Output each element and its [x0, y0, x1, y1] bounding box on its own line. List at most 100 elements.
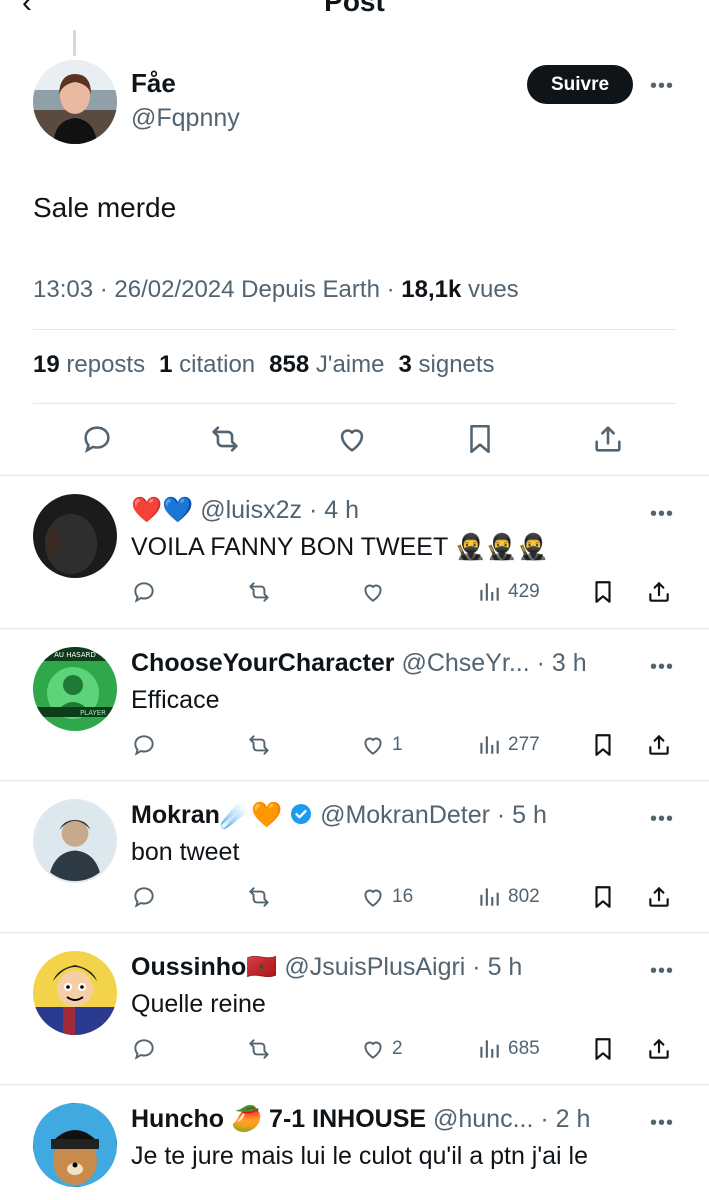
- post-meta: 13:03 · 26/02/2024 Depuis Earth · 18,1k …: [33, 276, 519, 304]
- reply-text: bon tweet: [131, 838, 240, 866]
- reposts-stat[interactable]: 19 reposts: [33, 351, 145, 379]
- more-icon[interactable]: •••: [650, 504, 674, 524]
- reply-item[interactable]: Mokran☄️🧡 @MokranDeter · 5 h ••• bon twe…: [0, 781, 709, 933]
- reply-item[interactable]: Huncho 🥭 7-1 INHOUSE @hunc... · 2 h ••• …: [0, 1085, 709, 1200]
- bookmark-icon[interactable]: [590, 1035, 616, 1063]
- reply-icon[interactable]: [131, 731, 157, 759]
- reply-header: ❤️💙 @luisx2z · 4 h: [131, 496, 359, 525]
- views-count: 685: [508, 1038, 540, 1059]
- reply-icon[interactable]: [131, 578, 157, 606]
- bookmark-icon[interactable]: [590, 731, 616, 759]
- post-text: Sale merde: [33, 192, 177, 223]
- views-icon: [480, 736, 499, 754]
- reply-text: Quelle reine: [131, 990, 266, 1018]
- reply-text: Je te jure mais lui le culot qu'il a ptn…: [131, 1142, 588, 1170]
- reply-icon[interactable]: [80, 422, 114, 456]
- like-button[interactable]: [360, 578, 392, 606]
- views-label: vues: [461, 276, 519, 303]
- like-icon: [364, 737, 382, 755]
- post-stats: 19 reposts 1 citation 858 J'aime 3 signe…: [33, 351, 495, 379]
- views-count: 277: [508, 734, 540, 755]
- views-icon: [480, 888, 499, 906]
- more-icon[interactable]: •••: [650, 1113, 674, 1133]
- repost-icon[interactable]: [208, 422, 242, 456]
- like-button[interactable]: 2: [360, 1035, 403, 1063]
- views-button[interactable]: 802: [476, 883, 540, 911]
- share-icon[interactable]: [646, 578, 672, 606]
- share-icon[interactable]: [646, 1035, 672, 1063]
- reply-author-name[interactable]: Oussinho🇲🇦: [131, 953, 277, 981]
- more-icon[interactable]: •••: [650, 809, 674, 829]
- views-button[interactable]: 685: [476, 1035, 540, 1063]
- author-name[interactable]: Fåe: [131, 68, 176, 99]
- repost-icon[interactable]: [246, 578, 272, 606]
- reply-item[interactable]: ❤️💙 @luisx2z · 4 h ••• VOILA FANNY BON T…: [0, 476, 709, 628]
- repost-icon[interactable]: [246, 1035, 272, 1063]
- reply-avatar[interactable]: [33, 799, 117, 883]
- reply-header: Oussinho🇲🇦 @JsuisPlusAigri · 5 h: [131, 953, 522, 982]
- reply-avatar[interactable]: [33, 951, 117, 1035]
- thread-line: [73, 30, 76, 56]
- reply-handle[interactable]: @MokranDeter · 5 h: [320, 801, 547, 829]
- views-button[interactable]: 277: [476, 731, 540, 759]
- reply-avatar[interactable]: AU HASARD PLAYER: [33, 647, 117, 731]
- like-count: 1: [392, 734, 403, 755]
- views-count: 802: [508, 886, 540, 907]
- reply-author-emoji[interactable]: ❤️💙: [131, 496, 193, 524]
- reply-handle[interactable]: @luisx2z · 4 h: [200, 496, 359, 524]
- reply-author-name[interactable]: ChooseYourCharacter: [131, 649, 395, 677]
- bookmark-icon[interactable]: [463, 422, 497, 456]
- more-icon[interactable]: •••: [650, 76, 674, 96]
- reply-header: Huncho 🥭 7-1 INHOUSE @hunc... · 2 h: [131, 1105, 590, 1134]
- likes-stat[interactable]: 858 J'aime: [269, 351, 384, 379]
- top-bar: ‹ Post: [0, 0, 709, 28]
- reply-text: VOILA FANNY BON TWEET 🥷🥷🥷: [131, 533, 549, 561]
- author-handle[interactable]: @Fqpnny: [131, 104, 240, 133]
- avatar-label: PLAYER: [80, 709, 106, 717]
- like-button[interactable]: 1: [360, 731, 403, 759]
- like-button[interactable]: 16: [360, 883, 413, 911]
- views-count: 18,1k: [401, 276, 462, 303]
- author-avatar[interactable]: [33, 60, 117, 144]
- views-count: 429: [508, 581, 540, 602]
- verified-badge-icon: [289, 802, 313, 833]
- share-icon[interactable]: [646, 883, 672, 911]
- divider: [33, 403, 676, 404]
- reply-item[interactable]: Oussinho🇲🇦 @JsuisPlusAigri · 5 h ••• Que…: [0, 933, 709, 1085]
- reply-handle[interactable]: @JsuisPlusAigri · 5 h: [284, 953, 522, 981]
- reply-icon[interactable]: [131, 883, 157, 911]
- reply-header: Mokran☄️🧡 @MokranDeter · 5 h: [131, 801, 547, 833]
- reply-handle[interactable]: @ChseYr... · 3 h: [401, 649, 586, 677]
- repost-icon[interactable]: [246, 883, 272, 911]
- page-title: Post: [324, 0, 385, 17]
- reply-header: ChooseYourCharacter @ChseYr... · 3 h: [131, 649, 587, 678]
- like-icon[interactable]: [335, 422, 369, 456]
- quotes-stat[interactable]: 1 citation: [159, 351, 255, 379]
- post-timestamp: 13:03 · 26/02/2024 Depuis Earth ·: [33, 276, 402, 303]
- avatar-label: AU HASARD: [54, 651, 96, 659]
- views-button[interactable]: 429: [476, 578, 540, 606]
- more-icon[interactable]: •••: [650, 961, 674, 981]
- more-icon[interactable]: •••: [650, 657, 674, 677]
- share-icon[interactable]: [646, 731, 672, 759]
- reply-avatar[interactable]: [33, 1103, 117, 1187]
- like-icon: [364, 584, 382, 602]
- repost-icon[interactable]: [246, 731, 272, 759]
- bookmark-icon[interactable]: [590, 578, 616, 606]
- like-count: 2: [392, 1038, 403, 1059]
- reply-author-name[interactable]: Mokran☄️🧡: [131, 801, 282, 829]
- like-icon: [364, 889, 382, 907]
- reply-text: Efficace: [131, 686, 220, 714]
- reply-icon[interactable]: [131, 1035, 157, 1063]
- like-count: 16: [392, 886, 414, 907]
- follow-button[interactable]: Suivre: [527, 65, 633, 104]
- reply-author-name[interactable]: Huncho 🥭 7-1 INHOUSE: [131, 1105, 426, 1133]
- bookmark-icon[interactable]: [590, 883, 616, 911]
- views-icon: [480, 1040, 499, 1058]
- reply-item[interactable]: AU HASARD PLAYER ChooseYourCharacter @Chs…: [0, 629, 709, 781]
- bookmarks-stat[interactable]: 3 signets: [398, 351, 494, 379]
- reply-avatar[interactable]: [33, 494, 117, 578]
- share-icon[interactable]: [591, 422, 625, 456]
- reply-handle[interactable]: @hunc... · 2 h: [433, 1105, 590, 1133]
- like-icon: [364, 1041, 382, 1059]
